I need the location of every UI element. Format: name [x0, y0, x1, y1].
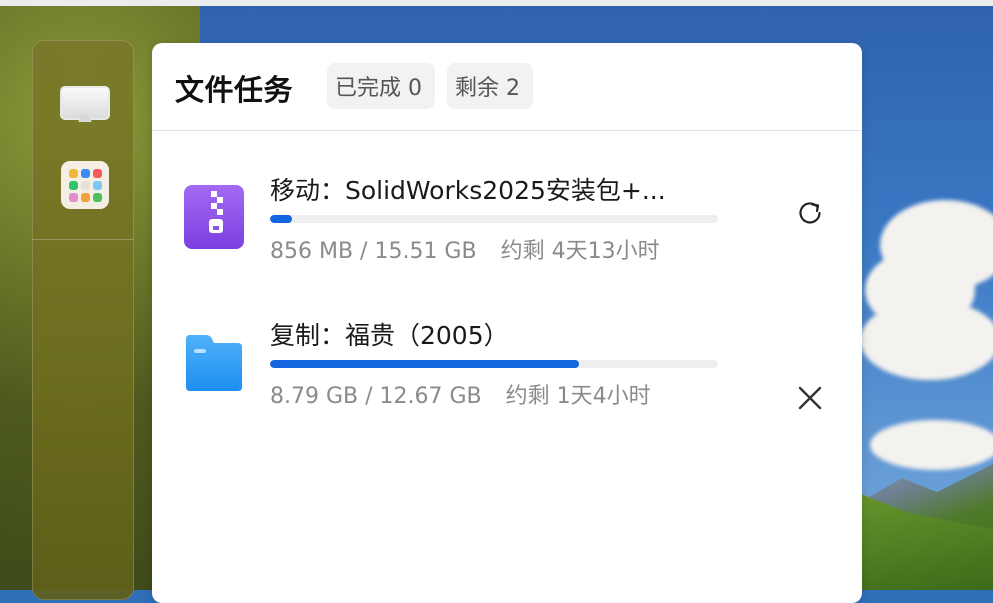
app-dot	[80, 168, 90, 178]
monitor-icon[interactable]	[60, 78, 110, 128]
app-dot	[92, 192, 102, 202]
app-dot	[80, 192, 90, 202]
app-grid-tile	[61, 161, 109, 209]
task-meta: 8.79 GB / 12.67 GB 约剩 1天4小时	[270, 378, 790, 410]
panel-title: 文件任务	[175, 73, 294, 107]
cloud	[870, 420, 993, 470]
app-dot	[68, 168, 78, 178]
task-size: 8.79 GB / 12.67 GB	[270, 384, 482, 409]
task-meta: 856 MB / 15.51 GB 约剩 4天13小时	[270, 233, 790, 265]
progress-track	[270, 215, 718, 223]
app-dot	[80, 180, 90, 190]
task-eta: 约剩 4天13小时	[500, 239, 660, 264]
completed-filter-chip[interactable]: 已完成 0	[327, 63, 435, 109]
refresh-button[interactable]	[790, 193, 830, 233]
app-dot	[92, 180, 102, 190]
close-icon	[798, 386, 822, 410]
app-dot	[68, 180, 78, 190]
task-name: 复制：福贵（2005）	[270, 321, 509, 350]
refresh-icon	[799, 202, 821, 224]
cancel-task-button[interactable]	[790, 378, 830, 418]
app-grid-icon[interactable]	[60, 160, 110, 210]
progress-fill	[270, 360, 580, 368]
remaining-filter-chip[interactable]: 剩余 2	[447, 63, 533, 109]
progress-fill	[270, 215, 293, 223]
task-row: 复制：福贵（2005） 8.79 GB / 12.67 GB 约剩 1天4小时	[152, 298, 862, 410]
app-dot	[68, 192, 78, 202]
task-eta: 约剩 1天4小时	[505, 384, 651, 409]
task-name: 移动：SolidWorks2025安装包+...	[270, 176, 666, 205]
task-size: 856 MB / 15.51 GB	[270, 239, 477, 264]
app-dot	[92, 168, 102, 178]
zip-archive-icon	[184, 185, 244, 249]
panel-header: 文件任务 已完成 0 剩余 2	[152, 43, 862, 131]
dock-divider	[32, 239, 134, 240]
top-edge-bar	[0, 0, 993, 6]
folder-icon	[186, 335, 242, 391]
file-tasks-panel: 文件任务 已完成 0 剩余 2 移动：SolidWorks2025安装包+...	[152, 43, 862, 603]
task-row: 移动：SolidWorks2025安装包+... 856 MB / 15.51 …	[152, 153, 862, 265]
progress-track	[270, 360, 718, 368]
cloud	[860, 300, 993, 380]
dock	[32, 40, 134, 600]
